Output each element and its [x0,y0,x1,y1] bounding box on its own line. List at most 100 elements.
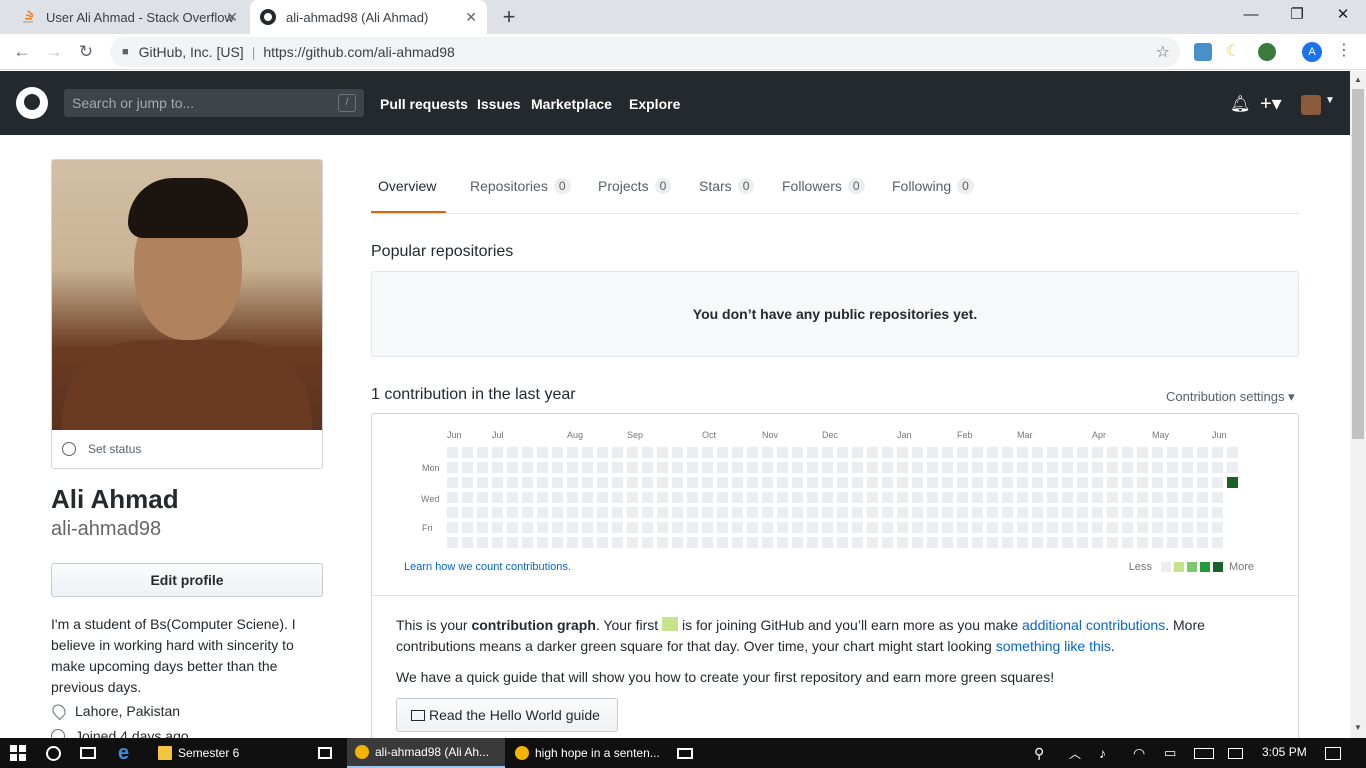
contribution-day-cell[interactable] [1032,507,1043,518]
contribution-day-cell[interactable] [987,492,998,503]
contribution-day-cell[interactable] [792,477,803,488]
contribution-day-cell[interactable] [807,447,818,458]
contribution-day-cell[interactable] [1167,537,1178,548]
contribution-day-cell[interactable] [1077,492,1088,503]
taskbar-app-chrome-github[interactable]: ali-ahmad98 (Ali Ah... [347,738,505,768]
contribution-day-cell[interactable] [1062,477,1073,488]
contribution-day-cell[interactable] [897,537,908,548]
contribution-day-cell[interactable] [462,477,473,488]
tab-overview[interactable]: Overview [378,178,436,194]
contribution-day-cell[interactable] [1107,492,1118,503]
contribution-day-cell[interactable] [1227,462,1238,473]
contribution-day-cell[interactable] [1152,537,1163,548]
contribution-day-cell[interactable] [537,537,548,548]
contribution-day-cell[interactable] [882,462,893,473]
contribution-day-cell[interactable] [552,477,563,488]
contribution-day-cell[interactable] [627,492,638,503]
contribution-day-cell[interactable] [732,477,743,488]
contribution-day-cell[interactable] [552,537,563,548]
contribution-day-cell[interactable] [1107,462,1118,473]
contribution-day-cell[interactable] [957,537,968,548]
github-logo-icon[interactable] [16,87,48,119]
hello-world-guide-button[interactable]: Read the Hello World guide [396,698,618,732]
contribution-day-cell[interactable] [1227,447,1238,458]
contribution-day-cell[interactable] [762,507,773,518]
contribution-day-cell[interactable] [492,537,503,548]
contribution-day-cell[interactable] [822,537,833,548]
contribution-day-cell[interactable] [627,537,638,548]
contribution-day-cell[interactable] [672,507,683,518]
back-icon[interactable]: ← [10,40,34,64]
contribution-day-cell[interactable] [612,477,623,488]
contribution-day-cell[interactable] [1122,537,1133,548]
contribution-day-cell[interactable] [912,492,923,503]
contribution-day-cell[interactable] [777,507,788,518]
contribution-day-cell[interactable] [1032,447,1043,458]
search-input[interactable]: Search or jump to... / [64,89,364,117]
contribution-day-cell[interactable] [942,537,953,548]
contribution-day-cell[interactable] [867,492,878,503]
contribution-day-cell[interactable] [552,492,563,503]
contribution-day-cell[interactable] [1062,462,1073,473]
contribution-day-cell[interactable] [897,447,908,458]
contribution-day-cell[interactable] [942,462,953,473]
contribution-day-cell[interactable] [882,537,893,548]
contribution-day-cell[interactable] [837,462,848,473]
contribution-day-cell[interactable] [987,447,998,458]
contribution-day-cell[interactable] [1137,492,1148,503]
contribution-day-cell[interactable] [777,447,788,458]
close-tab-icon[interactable]: ✕ [226,9,238,26]
contribution-day-cell[interactable] [582,537,593,548]
contribution-day-cell[interactable] [1197,507,1208,518]
contribution-day-cell[interactable] [672,462,683,473]
contribution-day-cell[interactable] [447,537,458,548]
contribution-day-cell[interactable] [492,492,503,503]
contribution-day-cell[interactable] [642,462,653,473]
contribution-day-cell[interactable] [867,522,878,533]
contribution-day-cell[interactable] [1122,462,1133,473]
contribution-day-cell[interactable] [807,507,818,518]
browser-tab-github[interactable]: ali-ahmad98 (Ali Ahmad) ✕ [250,0,487,34]
contribution-day-cell[interactable] [1062,537,1073,548]
contribution-day-cell[interactable] [777,477,788,488]
contribution-day-cell[interactable] [1107,507,1118,518]
contribution-day-cell[interactable] [1212,477,1223,488]
tab-projects[interactable]: Projects 0 [598,178,672,194]
contribution-day-cell[interactable] [1062,522,1073,533]
contribution-day-cell[interactable] [972,537,983,548]
taskbar-app-chrome-search[interactable]: high hope in a senten... [507,738,665,768]
contribution-day-cell[interactable] [837,477,848,488]
contribution-day-cell[interactable] [1092,507,1103,518]
contribution-day-cell[interactable] [507,537,518,548]
contribution-day-cell[interactable] [477,462,488,473]
contribution-day-cell[interactable] [462,492,473,503]
contribution-day-cell[interactable] [822,492,833,503]
scroll-up-icon[interactable]: ▲ [1350,75,1366,84]
mail-icon[interactable] [677,738,693,768]
contribution-day-cell[interactable] [1122,522,1133,533]
contribution-day-cell[interactable] [1167,477,1178,488]
contribution-day-cell[interactable] [807,522,818,533]
contribution-day-cell[interactable] [927,447,938,458]
contribution-day-cell[interactable] [597,507,608,518]
contribution-day-cell[interactable] [537,477,548,488]
contribution-day-cell[interactable] [942,477,953,488]
contribution-day-cell[interactable] [522,492,533,503]
plus-dropdown-icon[interactable]: +▾ [1260,91,1282,116]
reload-icon[interactable]: ↻ [74,40,98,64]
search-circle-icon[interactable] [46,738,61,768]
contribution-day-cell[interactable] [1107,477,1118,488]
contribution-day-cell[interactable] [762,492,773,503]
contribution-day-cell[interactable] [1152,477,1163,488]
new-tab-button[interactable]: + [497,4,521,30]
contribution-day-cell[interactable] [1002,447,1013,458]
contribution-day-cell[interactable] [1002,507,1013,518]
address-bar[interactable]: ■ GitHub, Inc. [US] | https://github.com… [110,37,1180,67]
contribution-day-cell[interactable] [762,477,773,488]
contribution-day-cell[interactable] [762,462,773,473]
contribution-day-cell[interactable] [447,522,458,533]
contribution-day-cell[interactable] [552,507,563,518]
contribution-day-cell[interactable] [687,507,698,518]
scroll-thumb[interactable] [1352,89,1364,439]
contribution-day-cell[interactable] [522,447,533,458]
